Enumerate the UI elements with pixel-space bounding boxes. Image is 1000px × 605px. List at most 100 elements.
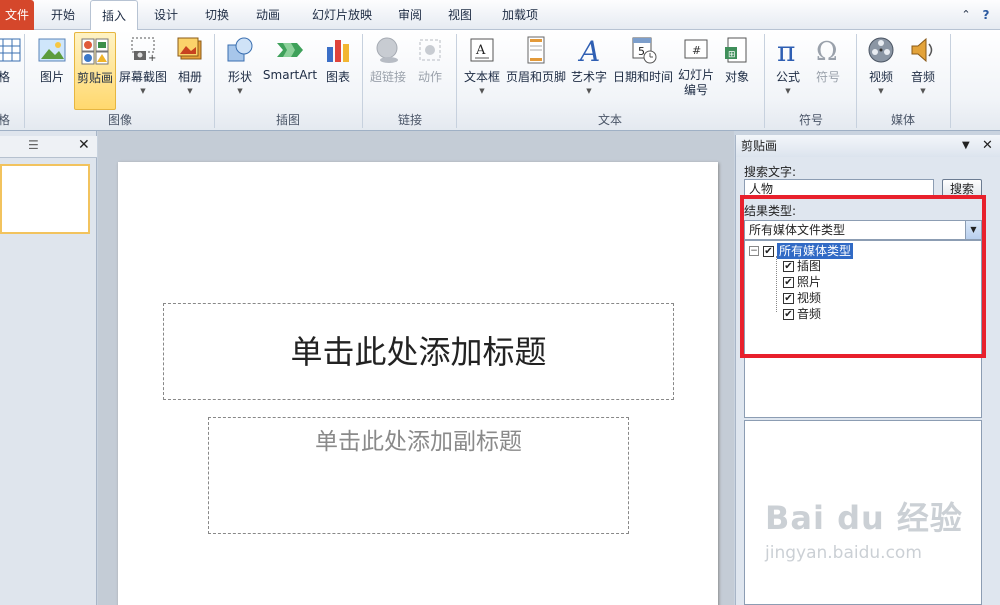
outline-tab-icon[interactable]: ☰	[28, 138, 39, 152]
omega-icon: Ω	[816, 37, 838, 65]
tree-line	[776, 256, 777, 312]
screenshot-button[interactable]: + 屏幕截图 ▼	[118, 32, 168, 110]
group-label-text: 文本	[597, 113, 622, 127]
tab-animations[interactable]: 动画	[248, 0, 288, 30]
tab-view[interactable]: 视图	[440, 0, 480, 30]
checkbox-checked-icon[interactable]: ✔	[763, 245, 774, 257]
smartart-button[interactable]: SmartArt	[262, 32, 318, 110]
video-button[interactable]: 视频 ▼	[862, 32, 900, 110]
subtitle-placeholder[interactable]: 单击此处添加副标题	[208, 417, 629, 534]
tree-item-video[interactable]: ✔ 视频	[783, 290, 821, 306]
svg-text:A: A	[475, 43, 486, 58]
chevron-down-icon[interactable]: ▼	[965, 221, 981, 239]
chevron-down-icon: ▼	[785, 87, 791, 95]
object-icon: ⊞	[725, 37, 747, 63]
tree-item-audio[interactable]: ✔ 音频	[783, 306, 821, 322]
separator	[24, 34, 25, 128]
tab-slideshow[interactable]: 幻灯片放映	[302, 0, 382, 30]
datetime-button[interactable]: 5 日期和时间	[610, 32, 676, 110]
chevron-down-icon: ▼	[878, 87, 884, 95]
textbox-label: 文本框	[463, 70, 500, 84]
tab-transitions[interactable]: 切换	[197, 0, 237, 30]
screenshot-label: 屏幕截图	[118, 70, 167, 84]
action-button[interactable]: 动作	[412, 32, 448, 110]
search-input[interactable]: 人物	[744, 179, 934, 199]
tab-home[interactable]: 开始	[44, 0, 82, 30]
header-footer-button[interactable]: 页眉和页脚	[504, 32, 568, 110]
film-reel-icon	[868, 37, 894, 63]
tab-addins[interactable]: 加载项	[494, 0, 546, 30]
svg-text:⊞: ⊞	[728, 50, 736, 60]
equation-label: 公式	[775, 70, 800, 84]
speaker-icon	[911, 37, 933, 63]
search-label: 搜索文字:	[744, 165, 797, 179]
tree-item-illustration[interactable]: ✔ 插图	[783, 258, 821, 274]
media-type-tree: − ✔ 所有媒体类型 ✔ 插图 ✔ 照片 ✔ 视频 ✔ 音频	[744, 240, 982, 418]
album-button[interactable]: 相册 ▼	[172, 32, 208, 110]
object-button[interactable]: ⊞ 对象	[718, 32, 756, 110]
slide-number-icon: #	[684, 39, 708, 59]
chevron-down-icon: ▼	[479, 87, 485, 95]
group-label-links: 链接	[397, 113, 422, 127]
picture-label: 图片	[39, 70, 64, 84]
group-label-symbols: 符号	[798, 113, 823, 127]
album-label: 相册	[177, 70, 202, 84]
tree-item-label: 照片	[797, 275, 822, 289]
action-label: 动作	[417, 70, 442, 84]
slide-number-button[interactable]: # 幻灯片 编号	[676, 32, 716, 110]
equation-button[interactable]: π 公式 ▼	[770, 32, 806, 110]
separator	[764, 34, 765, 128]
tab-insert[interactable]: 插入	[90, 0, 138, 31]
results-type-value: 所有媒体文件类型	[749, 223, 846, 237]
slide-thumbnail[interactable]	[0, 164, 90, 234]
slide-number-label-line1: 幻灯片	[677, 68, 714, 82]
checkbox-checked-icon[interactable]: ✔	[783, 276, 794, 288]
shapes-label: 形状	[227, 70, 252, 84]
video-label: 视频	[868, 70, 893, 84]
chart-button[interactable]: 图表	[322, 32, 354, 110]
title-placeholder[interactable]: 单击此处添加标题	[163, 303, 674, 400]
photo-album-icon	[177, 37, 202, 60]
audio-button[interactable]: 音频 ▼	[904, 32, 942, 110]
slide[interactable]: 单击此处添加标题 单击此处添加副标题	[118, 162, 718, 605]
picture-icon	[38, 38, 66, 62]
symbol-button[interactable]: Ω 符号	[810, 32, 846, 110]
checkbox-checked-icon[interactable]: ✔	[783, 292, 794, 304]
symbol-label: 符号	[815, 70, 840, 84]
pi-icon: π	[777, 35, 795, 65]
search-button[interactable]: 搜索	[942, 179, 982, 199]
clipart-icon	[81, 38, 109, 65]
separator	[214, 34, 215, 128]
tree-root[interactable]: − ✔ 所有媒体类型	[749, 243, 854, 259]
collapse-icon[interactable]: −	[749, 246, 759, 256]
svg-text:π: π	[777, 35, 795, 65]
close-icon[interactable]: ✕	[982, 135, 993, 157]
slides-pane: ☰ ✕	[0, 131, 97, 605]
checkbox-checked-icon[interactable]: ✔	[783, 260, 794, 272]
help-icon[interactable]: ?	[976, 0, 996, 30]
tree-item-photo[interactable]: ✔ 照片	[783, 274, 821, 290]
tab-design[interactable]: 设计	[146, 0, 186, 30]
tab-file[interactable]: 文件	[0, 0, 34, 30]
textbox-button[interactable]: A 文本框 ▼	[460, 32, 504, 110]
group-label-illustrations: 插图	[275, 113, 300, 127]
close-icon[interactable]: ✕	[78, 137, 90, 153]
pane-options-icon[interactable]: ▼	[962, 135, 970, 157]
svg-text:#: #	[692, 44, 701, 57]
table-button[interactable]: 格	[0, 32, 21, 110]
picture-button[interactable]: 图片	[32, 32, 72, 110]
results-type-select[interactable]: 所有媒体文件类型 ▼	[744, 220, 982, 240]
checkbox-checked-icon[interactable]: ✔	[783, 308, 794, 320]
wordart-button[interactable]: A 艺术字 ▼	[570, 32, 608, 110]
tab-review[interactable]: 审阅	[390, 0, 430, 30]
clipart-label: 剪贴画	[76, 71, 113, 85]
tree-item-label: 音频	[797, 307, 822, 321]
slides-pane-header: ☰ ✕	[0, 136, 97, 158]
hyperlink-button[interactable]: 超链接	[368, 32, 408, 110]
clipart-button[interactable]: 剪贴画	[74, 32, 116, 110]
tree-item-label: 插图	[797, 259, 822, 273]
minimize-ribbon-icon[interactable]: ⌃	[958, 0, 974, 30]
baidu-jingyan-watermark: Bai du 经验 jingyan.baidu.com	[765, 493, 965, 583]
chevron-down-icon: ▼	[237, 87, 243, 95]
shapes-button[interactable]: 形状 ▼	[222, 32, 258, 110]
